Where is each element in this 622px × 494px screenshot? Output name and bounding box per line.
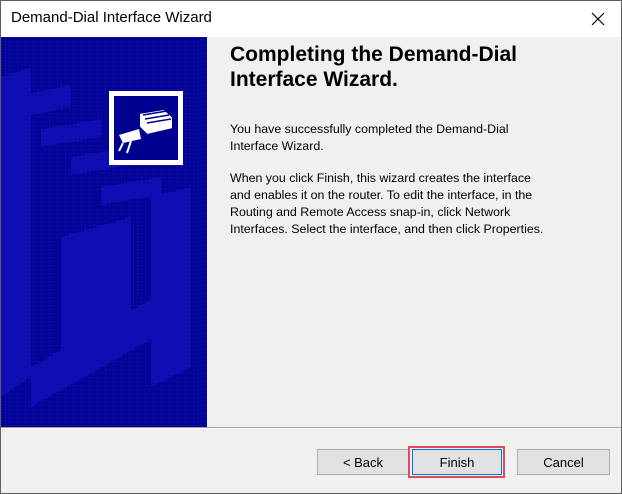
- cancel-button[interactable]: Cancel: [517, 449, 610, 475]
- instruction-line-4: Interfaces. Select the interface, and th…: [230, 222, 544, 236]
- finish-highlight-box: [408, 446, 505, 478]
- heading-line-1: Completing the Demand-Dial: [230, 43, 518, 66]
- wizard-window: Demand-Dial Interface Wizard Completing …: [0, 0, 622, 494]
- wizard-content: Completing the Demand-Dial Interface Wiz…: [207, 37, 621, 427]
- close-icon: [591, 12, 605, 26]
- instruction-line-3: Routing and Remote Access snap-in, click…: [230, 205, 511, 219]
- instruction-line-2: and enables it on the router. To edit th…: [230, 188, 533, 202]
- footer-separator: [1, 427, 621, 429]
- success-message: You have successfully completed the Dema…: [230, 121, 580, 155]
- title-bar: Demand-Dial Interface Wizard: [1, 1, 621, 37]
- window-title: Demand-Dial Interface Wizard: [11, 9, 212, 26]
- heading-line-2: Interface Wizard.: [230, 68, 398, 91]
- success-line-2: Interface Wizard.: [230, 139, 324, 153]
- instruction-message: When you click Finish, this wizard creat…: [230, 170, 580, 238]
- success-line-1: You have successfully completed the Dema…: [230, 122, 509, 136]
- back-button[interactable]: < Back: [317, 449, 409, 475]
- page-heading: Completing the Demand-Dial Interface Wiz…: [230, 42, 610, 92]
- close-button[interactable]: [575, 1, 621, 37]
- wizard-banner: [1, 37, 207, 427]
- instruction-line-1: When you click Finish, this wizard creat…: [230, 171, 531, 185]
- network-plug-icon: [109, 91, 183, 165]
